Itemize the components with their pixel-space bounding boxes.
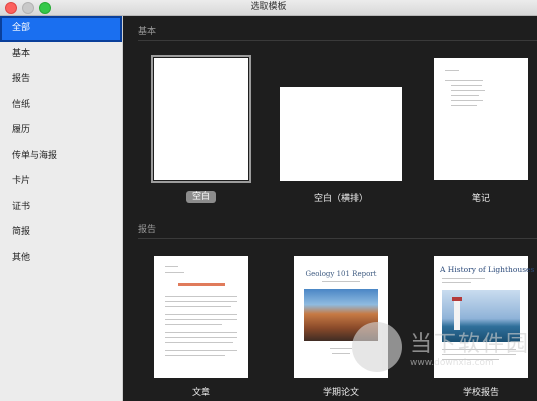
sidebar-item-basic[interactable]: 基本 <box>0 42 122 68</box>
doc-text-line <box>445 80 483 81</box>
section-divider <box>138 40 537 41</box>
sidebar-item-label: 卡片 <box>12 176 31 186</box>
sidebar-item-label: 报告 <box>12 74 31 84</box>
doc-text-line <box>165 266 179 267</box>
doc-text-line <box>165 337 237 338</box>
sidebar-item-all[interactable]: 全部 <box>0 16 122 42</box>
doc-text-line <box>165 355 226 356</box>
watermark-logo-icon <box>352 322 402 372</box>
doc-text-line <box>165 306 232 307</box>
sidebar-item-label: 证书 <box>12 201 31 212</box>
template-thumbnail-essay[interactable] <box>154 256 248 378</box>
watermark: 当下软件园 www.downxia.com <box>352 322 530 372</box>
watermark-brand: 当下软件园 <box>410 332 531 357</box>
doc-title-bar <box>177 283 225 286</box>
sidebar-item-flyers-posters[interactable]: 传单与海报 <box>0 144 122 170</box>
doc-text-line <box>442 278 485 279</box>
thumbnail-title-geology: Geology 101 Report <box>305 270 377 278</box>
doc-text-line <box>165 272 185 273</box>
sidebar-item-letters[interactable]: 信纸 <box>0 93 122 119</box>
doc-text-line <box>165 342 233 343</box>
watermark-text: 当下软件园 www.downxia.com <box>410 326 530 368</box>
sidebar-item-label: 全部 <box>12 23 31 33</box>
doc-text-line <box>329 348 353 349</box>
watermark-url: www.downxia.com <box>410 358 494 368</box>
doc-text-line <box>450 100 483 101</box>
doc-text-line <box>165 319 237 320</box>
sidebar-item-label: 基本 <box>12 48 31 59</box>
template-label-essay: 文章 <box>191 388 210 398</box>
template-thumbnail-blank[interactable] <box>151 55 251 183</box>
lighthouse-lantern <box>452 297 462 301</box>
sidebar-item-certificates[interactable]: 证书 <box>0 195 122 221</box>
doc-text-line <box>165 314 237 315</box>
section-header-basic: 基本 <box>138 27 157 37</box>
template-thumbnail-notes[interactable] <box>434 58 528 180</box>
sidebar-item-label: 履历 <box>12 125 31 135</box>
doc-text-line <box>165 301 237 302</box>
window-title: 选取模板 <box>250 2 287 12</box>
template-label-school-report: 学校报告 <box>462 388 499 398</box>
doc-text-line <box>450 85 482 86</box>
sidebar-item-label: 信纸 <box>12 99 31 110</box>
doc-text-line <box>331 353 351 354</box>
doc-text-line <box>322 281 360 282</box>
doc-text-line <box>450 90 485 91</box>
doc-text-line <box>442 282 471 283</box>
doc-text-line <box>165 324 222 325</box>
template-label-blank-landscape: 空白（横排） <box>313 194 368 204</box>
selected-badge: 空白 <box>185 191 216 203</box>
sidebar-item-label: 简报 <box>12 227 31 237</box>
template-label-blank: 空白 <box>146 189 256 203</box>
sidebar-item-cards[interactable]: 卡片 <box>0 169 122 195</box>
sidebar-item-newsletters[interactable]: 简报 <box>0 220 122 246</box>
thumbnail-title-lighthouses: A History of Lighthouses <box>440 265 535 274</box>
template-label-notes: 笔记 <box>471 194 490 204</box>
title-bar: 选取模板 <box>0 0 537 16</box>
sidebar-item-reports[interactable]: 报告 <box>0 67 122 93</box>
sidebar: 全部 基本 报告 信纸 履历 传单与海报 卡片 证书 简报 其他 <box>0 16 123 401</box>
sidebar-item-resumes[interactable]: 履历 <box>0 118 122 144</box>
doc-text-line <box>165 350 237 351</box>
doc-text-line <box>165 296 237 297</box>
section-header-reports: 报告 <box>138 225 157 235</box>
sidebar-item-other[interactable]: 其他 <box>0 246 122 272</box>
template-label-term-paper: 学期论文 <box>322 388 359 398</box>
section-divider <box>138 238 537 239</box>
doc-text-line <box>445 70 460 71</box>
sidebar-item-label: 其他 <box>12 252 31 263</box>
doc-text-line <box>450 95 480 96</box>
doc-text-line <box>450 105 478 106</box>
sidebar-item-label: 传单与海报 <box>12 150 58 161</box>
doc-text-line <box>165 332 237 333</box>
template-thumbnail-blank-landscape[interactable] <box>280 87 402 181</box>
